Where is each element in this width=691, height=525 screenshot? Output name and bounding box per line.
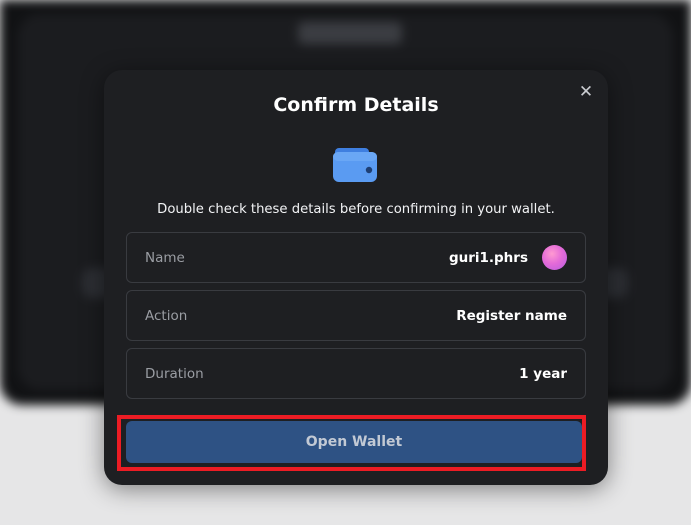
dialog-title: Confirm Details [273, 94, 439, 116]
open-wallet-button[interactable]: Open Wallet [126, 421, 582, 463]
row-label: Action [145, 307, 188, 324]
detail-row-name: Name guri1.phrs [126, 232, 586, 283]
avatar [542, 245, 567, 270]
wallet-icon [333, 148, 377, 182]
dialog-subtitle: Double check these details before confir… [157, 202, 555, 217]
name-value: guri1.phrs [448, 249, 528, 266]
detail-row-action: Action Register name [126, 290, 586, 341]
background-title [298, 22, 402, 44]
row-label: Duration [145, 365, 204, 382]
duration-value: 1 year [519, 365, 567, 382]
row-label: Name [145, 249, 185, 266]
detail-row-duration: Duration 1 year [126, 348, 586, 399]
row-value: guri1.phrs [449, 245, 567, 270]
action-value: Register name [456, 307, 567, 324]
confirm-details-dialog: ✕ Confirm Details Double check these det… [104, 70, 608, 485]
